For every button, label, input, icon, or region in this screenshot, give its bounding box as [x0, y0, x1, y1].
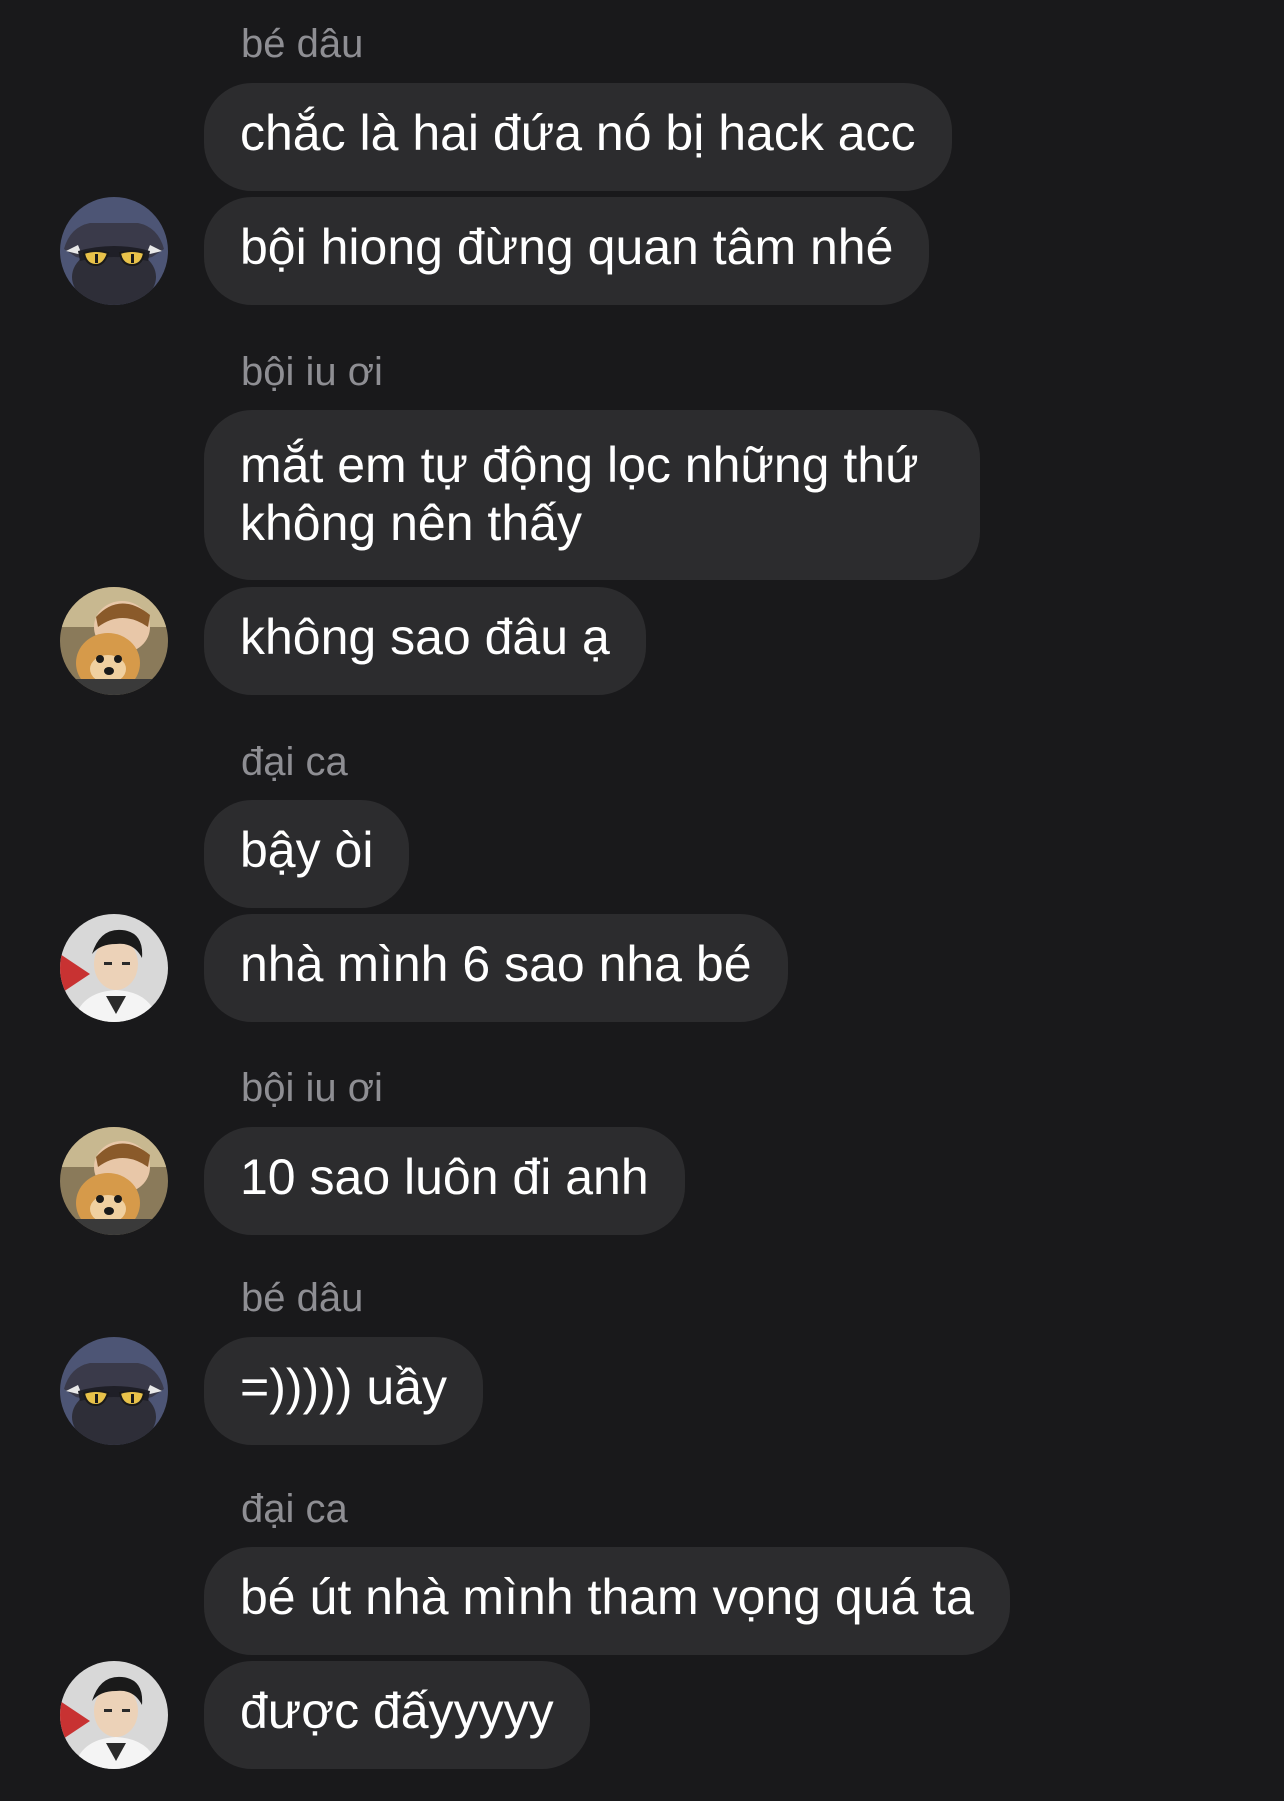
message-bubble[interactable]: bậy òi — [204, 800, 410, 908]
message-bubble[interactable]: chắc là hai đứa nó bị hack acc — [204, 83, 952, 191]
sender-name: đại ca — [241, 1487, 348, 1531]
sender-name: bé dâu — [241, 22, 364, 66]
boy-portrait-avatar-icon[interactable] — [60, 1661, 168, 1769]
sender-name: bé dâu — [241, 1276, 364, 1320]
cat-avatar-icon[interactable] — [60, 1337, 168, 1445]
message-bubble[interactable]: không sao đâu ạ — [204, 587, 646, 695]
boy-portrait-avatar-icon[interactable] — [60, 914, 168, 1022]
sender-name: bội iu ơi — [241, 1066, 383, 1110]
message-bubble[interactable]: =))))) uầy — [204, 1337, 483, 1445]
message-bubble[interactable]: được đấyyyyy — [204, 1661, 590, 1769]
sender-name: bội iu ơi — [241, 350, 383, 394]
cat-avatar-icon[interactable] — [60, 197, 168, 305]
message-bubble[interactable]: 10 sao luôn đi anh — [204, 1127, 685, 1235]
boy-with-dog-avatar-icon[interactable] — [60, 587, 168, 695]
message-bubble[interactable]: bé út nhà mình tham vọng quá ta — [204, 1547, 1010, 1655]
sender-name: đại ca — [241, 740, 348, 784]
message-bubble[interactable]: nhà mình 6 sao nha bé — [204, 914, 788, 1022]
message-bubble[interactable]: bội hiong đừng quan tâm nhé — [204, 197, 930, 305]
message-bubble[interactable]: mắt em tự động lọc những thứ không nên t… — [204, 410, 980, 580]
chat-thread: bé dâu chắc là hai đứa nó bị hack acc bộ… — [0, 0, 1284, 1801]
boy-with-dog-avatar-icon[interactable] — [60, 1127, 168, 1235]
